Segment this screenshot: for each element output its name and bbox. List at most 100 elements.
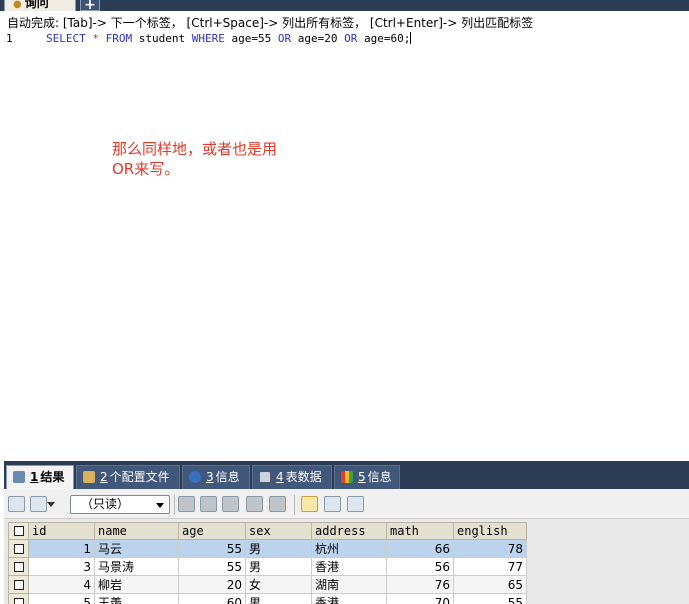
cell-id[interactable]: 4 <box>28 575 95 594</box>
results-toolbar: （只读） <box>4 489 689 519</box>
row-checkbox[interactable] <box>13 597 24 604</box>
cell-address[interactable]: 香港 <box>311 593 387 604</box>
tab-profiles-label: 个配置文件 <box>109 470 170 484</box>
cell-address[interactable]: 杭州 <box>311 539 387 558</box>
tab-results-label: 结果 <box>40 470 65 484</box>
query-tab-label: 询问 <box>24 0 49 10</box>
results-panel: 1 结果 2 个配置文件 3 信息 4 表数据 5 信息 （只读） id name age… <box>4 461 689 604</box>
cell-age[interactable]: 20 <box>178 575 246 594</box>
toolbar-divider <box>174 495 175 515</box>
cell-age[interactable]: 55 <box>178 557 246 576</box>
cell-id[interactable]: 3 <box>28 557 95 576</box>
profile-icon <box>83 471 95 483</box>
import-dropdown-icon[interactable] <box>30 496 55 512</box>
cell-math[interactable]: 76 <box>386 575 454 594</box>
autocomplete-hint: 自动完成: [Tab]-> 下一个标签， [Ctrl+Space]-> 列出所有… <box>7 16 534 30</box>
table-row[interactable]: 1 马云 55 男 杭州 66 78 <box>8 539 527 558</box>
table-row[interactable]: 4 柳岩 20 女 湖南 76 65 <box>8 575 527 594</box>
column-header-math[interactable]: math <box>386 522 454 540</box>
cell-name[interactable]: 马景涛 <box>94 557 179 576</box>
cell-sex[interactable]: 男 <box>245 593 312 604</box>
column-header-name[interactable]: name <box>94 522 179 540</box>
tab-table-data-label: 表数据 <box>285 470 322 484</box>
cell-name[interactable]: 马云 <box>94 539 179 558</box>
row-checkbox[interactable] <box>13 579 24 590</box>
row-checkbox-cell[interactable] <box>8 593 29 604</box>
sql-condition-1: age=55 <box>231 32 272 45</box>
cell-age[interactable]: 55 <box>178 539 246 558</box>
export-icon[interactable] <box>8 496 25 512</box>
new-tab-button[interactable]: + <box>80 0 100 11</box>
annotation-line-2: OR来写。 <box>112 160 180 178</box>
query-icon: ● <box>13 0 22 10</box>
row-checkbox-cell[interactable] <box>8 575 29 594</box>
cell-id[interactable]: 5 <box>28 593 95 604</box>
tab-info-2[interactable]: 5 信息 <box>334 465 400 489</box>
sql-keyword-from: FROM <box>105 32 133 45</box>
tab-info[interactable]: 3 信息 <box>182 465 250 489</box>
tab-table-data[interactable]: 4 表数据 <box>252 465 332 489</box>
sql-editor[interactable]: 自动完成: [Tab]-> 下一个标签， [Ctrl+Space]-> 列出所有… <box>4 11 689 461</box>
row-checkbox-cell[interactable] <box>8 557 29 576</box>
toolbar-divider <box>294 495 295 515</box>
form-view-icon[interactable] <box>324 496 341 512</box>
sql-table-name: student <box>138 32 186 45</box>
cell-english[interactable]: 55 <box>453 593 527 604</box>
column-header-english[interactable]: english <box>453 522 527 540</box>
cell-english[interactable]: 77 <box>453 557 527 576</box>
query-tab[interactable]: ● 询问 <box>4 0 76 11</box>
select-all-checkbox[interactable] <box>13 526 24 536</box>
table-row[interactable]: 5 王羡 60 男 香港 70 55 <box>8 593 527 604</box>
row-checkbox[interactable] <box>13 543 24 554</box>
cell-english[interactable]: 78 <box>453 539 527 558</box>
cell-address[interactable]: 湖南 <box>311 575 387 594</box>
tab-results[interactable]: 1 结果 <box>6 465 74 489</box>
text-view-icon[interactable] <box>347 496 364 512</box>
add-row-icon[interactable] <box>178 496 195 512</box>
cell-math[interactable]: 70 <box>386 593 454 604</box>
editor-tab-strip: ● 询问 + <box>0 0 689 11</box>
cell-name[interactable]: 王羡 <box>94 593 179 604</box>
tab-results-num: 1 <box>30 470 39 484</box>
result-grid-icon <box>13 471 25 483</box>
info-icon <box>189 471 201 483</box>
cell-address[interactable]: 香港 <box>311 557 387 576</box>
text-cursor <box>410 32 412 44</box>
select-all-cell[interactable] <box>8 522 29 540</box>
tab-profiles[interactable]: 2 个配置文件 <box>76 465 180 489</box>
sql-code-line[interactable]: SELECT * FROM student WHERE age=55 OR ag… <box>46 32 412 45</box>
column-header-age[interactable]: age <box>178 522 246 540</box>
mode-select[interactable]: （只读） <box>70 495 170 514</box>
cell-sex[interactable]: 男 <box>245 539 312 558</box>
sql-keyword-where: WHERE <box>191 32 225 45</box>
annotation-text: 那么同样地，或者也是用 OR来写。 <box>112 139 277 179</box>
cell-math[interactable]: 56 <box>386 557 454 576</box>
cell-math[interactable]: 66 <box>386 539 454 558</box>
grid-view-icon[interactable] <box>301 496 318 512</box>
chevron-down-icon <box>156 503 164 508</box>
tab-table-data-num: 4 <box>276 470 284 484</box>
duplicate-row-icon[interactable] <box>200 496 217 512</box>
sql-terminator: ; <box>403 32 411 45</box>
results-grid: id name age sex address math english 1 马… <box>8 522 527 604</box>
sql-keyword-or-1: OR <box>277 32 292 45</box>
cell-sex[interactable]: 男 <box>245 557 312 576</box>
cell-sex[interactable]: 女 <box>245 575 312 594</box>
delete-icon[interactable] <box>246 496 263 512</box>
cancel-changes-icon[interactable] <box>269 496 286 512</box>
cell-name[interactable]: 柳岩 <box>94 575 179 594</box>
cell-id[interactable]: 1 <box>28 539 95 558</box>
sql-condition-3: age=60 <box>363 32 404 45</box>
results-tab-strip: 1 结果 2 个配置文件 3 信息 4 表数据 5 信息 <box>4 461 689 489</box>
cell-age[interactable]: 60 <box>178 593 246 604</box>
annotation-line-1: 那么同样地，或者也是用 <box>112 140 278 158</box>
tab-info-label: 信息 <box>215 470 240 484</box>
column-header-address[interactable]: address <box>311 522 387 540</box>
column-header-sex[interactable]: sex <box>245 522 312 540</box>
row-checkbox-cell[interactable] <box>8 539 29 558</box>
cell-english[interactable]: 65 <box>453 575 527 594</box>
table-row[interactable]: 3 马景涛 55 男 香港 56 77 <box>8 557 527 576</box>
row-checkbox[interactable] <box>13 561 24 572</box>
column-header-id[interactable]: id <box>28 522 95 540</box>
save-icon[interactable] <box>222 496 239 512</box>
